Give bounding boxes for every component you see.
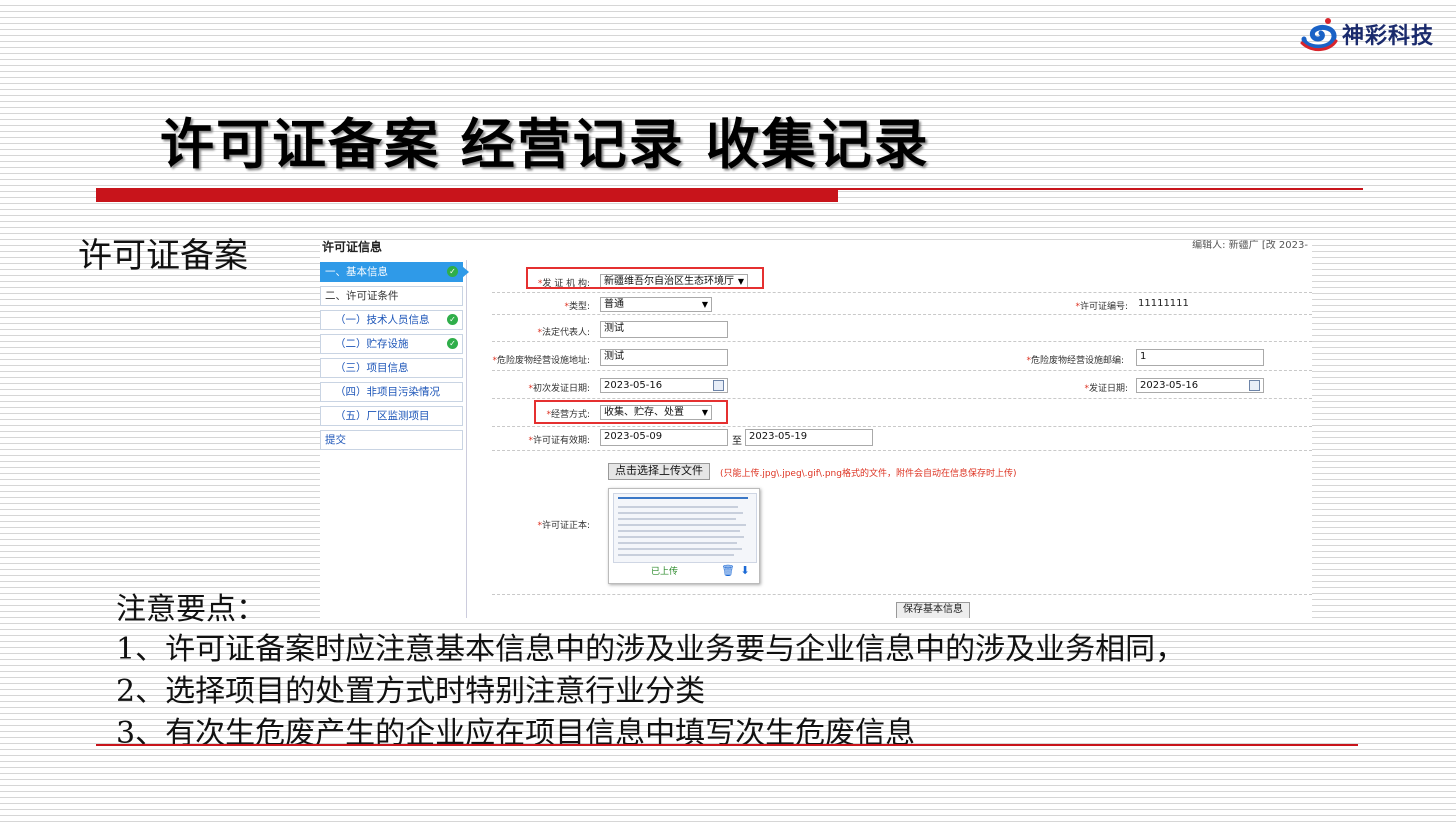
- title-underline-thin: [838, 188, 1363, 190]
- facility-address-label: *危险废物经营设施地址:: [492, 356, 590, 366]
- sidebar-nav: 一、基本信息 ✓ 二、许可证条件 （一）技术人员信息 ✓ （二）贮存设施 ✓ （…: [320, 260, 469, 618]
- facility-zip-label: *危险废物经营设施邮编:: [1026, 356, 1124, 366]
- license-form-screenshot: 许可证信息 编辑人: 新疆广 [改 2023- 一、基本信息 ✓ 二、许可证条件…: [320, 240, 1312, 618]
- check-icon: ✓: [447, 338, 458, 349]
- license-number-value: 11111111: [1138, 298, 1189, 309]
- row-divider: [492, 450, 1312, 451]
- dropdown-arrow-icon: ▼: [701, 300, 708, 309]
- save-basic-info-button[interactable]: 保存基本信息: [896, 602, 970, 618]
- title-underline-thick: [96, 188, 838, 202]
- type-label: *类型:: [564, 302, 590, 312]
- issue-date-input[interactable]: 2023-05-16: [1136, 378, 1264, 393]
- license-copy-label: *许可证正本:: [537, 521, 590, 531]
- row-divider: [492, 341, 1312, 342]
- facility-address-input[interactable]: 测试: [600, 349, 728, 366]
- sidebar-item-tech-staff[interactable]: （一）技术人员信息 ✓: [320, 310, 463, 330]
- sidebar-item-project-info[interactable]: （三）项目信息: [320, 358, 463, 378]
- row-divider: [492, 594, 1312, 595]
- validity-to-input[interactable]: 2023-05-19: [745, 429, 873, 446]
- upload-file-button[interactable]: 点击选择上传文件: [608, 463, 710, 480]
- sidebar-item-license-conditions[interactable]: 二、许可证条件: [320, 286, 463, 306]
- sidebar-item-non-project-pollution[interactable]: （四）非项目污染情况: [320, 382, 463, 402]
- slide-title: 许可证备案 经营记录 收集记录: [160, 112, 930, 176]
- sidebar-item-storage[interactable]: （二）贮存设施 ✓: [320, 334, 463, 354]
- sidebar-item-label: 提交: [325, 434, 346, 446]
- brand-logo: 神彩科技: [1298, 12, 1448, 56]
- active-arrow-icon: [462, 266, 469, 278]
- sidebar-item-monitoring[interactable]: （五）厂区监测项目: [320, 406, 463, 426]
- license-number-label: *许可证编号:: [1075, 302, 1128, 312]
- validity-separator: 至: [732, 436, 742, 447]
- issue-date-label: *发证日期:: [1084, 384, 1128, 394]
- note-item: 1、许可证备案时应注意基本信息中的涉及业务要与企业信息中的涉及业务相同，: [116, 632, 1186, 667]
- validity-label: *许可证有效期:: [528, 436, 590, 446]
- thumbnail-image: [613, 493, 757, 563]
- highlight-box-operation-mode: [534, 400, 728, 424]
- panel-title: 许可证信息: [322, 240, 383, 254]
- notes-heading: 注意要点：: [116, 592, 266, 627]
- type-select[interactable]: 普通 ▼: [600, 297, 712, 312]
- trash-icon[interactable]: 🗑: [721, 565, 735, 577]
- highlight-box-issuer: [526, 267, 764, 289]
- section-label: 许可证备案: [78, 236, 248, 276]
- sidebar-item-label: （二）贮存设施: [335, 338, 409, 350]
- sidebar-item-label: （四）非项目污染情况: [335, 386, 440, 398]
- check-icon: ✓: [447, 314, 458, 325]
- legal-rep-label: *法定代表人:: [537, 328, 590, 338]
- sidebar-item-label: 二、许可证条件: [325, 290, 399, 302]
- panel-header: 许可证信息 编辑人: 新疆广 [改 2023-: [320, 240, 1312, 254]
- upload-note: (只能上传.jpg\.jpeg\.gif\.png格式的文件，附件会自动在信息保…: [720, 469, 1017, 479]
- notes-underline: [96, 744, 1358, 746]
- sidebar-item-label: （一）技术人员信息: [335, 314, 430, 326]
- sidebar-item-label: （五）厂区监测项目: [335, 410, 430, 422]
- sidebar-item-basic-info[interactable]: 一、基本信息 ✓: [320, 262, 469, 282]
- license-copy-thumbnail[interactable]: 已上传 🗑 ⬇: [608, 488, 760, 584]
- check-icon: ✓: [447, 266, 458, 277]
- brand-swirl-icon: [1300, 18, 1338, 51]
- row-divider: [492, 370, 1312, 371]
- row-divider: [492, 292, 1312, 293]
- note-item: 2、选择项目的处置方式时特别注意行业分类: [116, 674, 706, 709]
- row-divider: [492, 426, 1312, 427]
- first-issue-date-input[interactable]: 2023-05-16: [600, 378, 728, 393]
- brand-name: 神彩科技: [1342, 24, 1435, 49]
- panel-editor-meta: 编辑人: 新疆广 [改 2023-: [1192, 240, 1308, 251]
- sidebar-item-label: （三）项目信息: [335, 362, 409, 374]
- download-icon[interactable]: ⬇: [739, 565, 751, 577]
- row-divider: [492, 314, 1312, 315]
- first-issue-date-label: *初次发证日期:: [528, 384, 590, 394]
- row-divider: [492, 398, 1312, 399]
- calendar-icon[interactable]: [713, 380, 724, 391]
- calendar-icon[interactable]: [1249, 380, 1260, 391]
- facility-zip-input[interactable]: 1: [1136, 349, 1264, 366]
- upload-status: 已上传: [651, 567, 679, 577]
- legal-rep-input[interactable]: 测试: [600, 321, 728, 338]
- validity-from-input[interactable]: 2023-05-09: [600, 429, 728, 446]
- sidebar-item-submit[interactable]: 提交: [320, 430, 463, 450]
- sidebar-item-label: 一、基本信息: [325, 266, 388, 278]
